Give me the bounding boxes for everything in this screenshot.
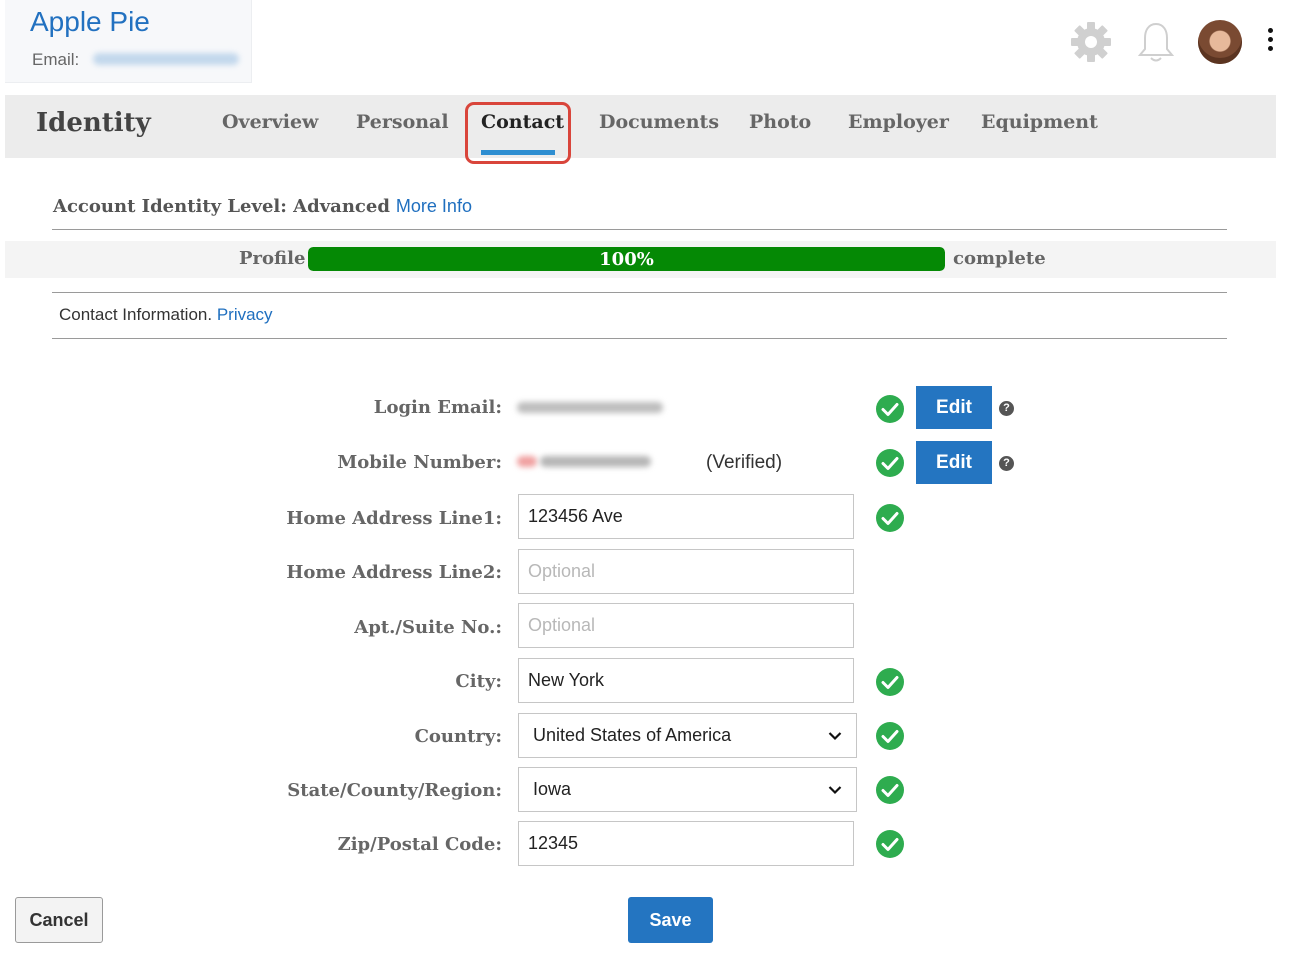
check-icon (876, 722, 904, 750)
user-card: Apple Pie Email: (5, 0, 252, 83)
divider (52, 338, 1227, 339)
country-selected-value: United States of America (533, 725, 732, 745)
tab-personal[interactable]: Personal (356, 111, 449, 133)
mobile-country-redacted (517, 456, 537, 467)
cancel-button[interactable]: Cancel (15, 897, 103, 943)
chevron-down-icon (828, 731, 842, 740)
check-icon (876, 830, 904, 858)
mobile-number-redacted (540, 456, 651, 467)
gear-icon[interactable] (1069, 20, 1113, 64)
check-icon (876, 776, 904, 804)
zip-input[interactable] (518, 821, 854, 866)
check-icon (876, 395, 904, 423)
edit-mobile-number-button[interactable]: Edit (916, 441, 992, 484)
privacy-link[interactable]: Privacy (217, 305, 273, 324)
progress-percent: 100% (599, 249, 654, 270)
tab-photo[interactable]: Photo (749, 111, 811, 133)
login-email-label: Login Email: (373, 397, 502, 418)
progress-label: Profile (239, 248, 306, 269)
check-icon (876, 449, 904, 477)
contact-info: Contact Information. Privacy (59, 305, 273, 325)
edit-login-email-button[interactable]: Edit (916, 386, 992, 429)
check-icon (876, 504, 904, 532)
more-info-link[interactable]: More Info (396, 196, 472, 216)
city-label: City: (455, 671, 502, 692)
help-icon[interactable]: ? (999, 401, 1014, 416)
progress-suffix: complete (953, 248, 1046, 269)
country-select[interactable]: United States of America (518, 713, 857, 758)
tab-highlight-box (465, 102, 571, 164)
home-address1-input[interactable] (518, 494, 854, 539)
email-value-redacted (93, 53, 239, 65)
tab-equipment[interactable]: Equipment (981, 111, 1098, 133)
user-name[interactable]: Apple Pie (30, 6, 150, 38)
zip-label: Zip/Postal Code: (337, 834, 502, 855)
country-label: Country: (414, 726, 502, 747)
apt-suite-input[interactable] (518, 603, 854, 648)
help-icon[interactable]: ? (999, 456, 1014, 471)
state-selected-value: Iowa (533, 779, 572, 799)
email-label: Email: (32, 50, 80, 69)
tab-employer[interactable]: Employer (848, 111, 949, 133)
home-address1-label: Home Address Line1: (286, 508, 502, 529)
divider (52, 292, 1227, 293)
tab-bar: Identity Overview Personal Contact Docum… (5, 95, 1276, 164)
state-label: State/County/Region: (287, 780, 502, 801)
identity-level: Account Identity Level: Advanced More Inf… (53, 196, 472, 217)
chevron-down-icon (828, 785, 842, 794)
contact-info-text: Contact Information. (59, 305, 213, 324)
tab-documents[interactable]: Documents (599, 111, 719, 133)
login-email-redacted (517, 402, 663, 413)
apt-suite-label: Apt./Suite No.: (354, 617, 502, 638)
mobile-verified-status: (Verified) (706, 452, 783, 473)
mobile-number-label: Mobile Number: (337, 452, 502, 473)
divider (52, 229, 1227, 230)
tab-overview[interactable]: Overview (222, 111, 318, 133)
identity-level-text: Account Identity Level: Advanced (53, 196, 390, 217)
more-vertical-icon[interactable] (1263, 28, 1277, 58)
home-address2-input[interactable] (518, 549, 854, 594)
bell-icon[interactable] (1136, 20, 1176, 64)
city-input[interactable] (518, 658, 854, 703)
profile-progress-row: Profile 100% complete (5, 241, 1276, 278)
progress-bar: 100% (308, 247, 945, 271)
home-address2-label: Home Address Line2: (286, 562, 502, 583)
section-title: Identity (36, 108, 151, 138)
avatar[interactable] (1198, 20, 1242, 64)
check-icon (876, 668, 904, 696)
save-button[interactable]: Save (628, 897, 713, 943)
state-select[interactable]: Iowa (518, 767, 857, 812)
